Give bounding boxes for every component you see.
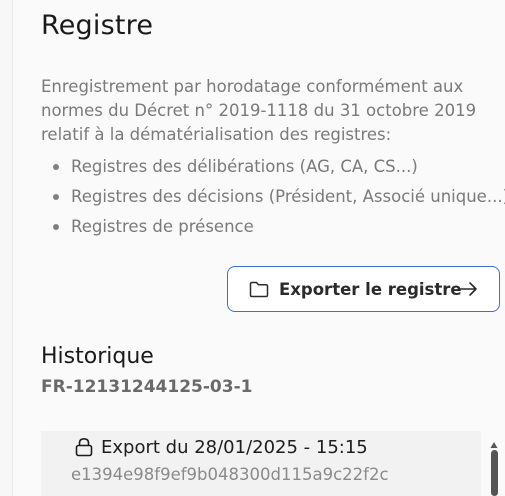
scroll-up-arrow-icon[interactable] <box>490 436 498 448</box>
export-registre-button[interactable]: Exporter le registre <box>227 266 500 312</box>
history-entry-title: Export du 28/01/2025 - 15:15 <box>101 437 368 458</box>
list-item: Registres des délibérations (AG, CA, CS.… <box>41 152 505 182</box>
history-entry-hash: e1394e98f9ef9b048300d115a9c22f2c <box>71 465 389 484</box>
folder-icon <box>249 280 269 298</box>
registre-description: Enregistrement par horodatage conforméme… <box>41 77 477 144</box>
list-item: Registres de présence <box>41 212 505 242</box>
historique-id: FR-12131244125-03-1 <box>41 377 253 397</box>
page-title: Registre <box>41 10 154 41</box>
bullet-dot <box>53 224 59 230</box>
history-entry[interactable]: Export du 28/01/2025 - 15:15 e1394e98f9e… <box>41 431 481 496</box>
arrow-right-icon <box>459 280 479 298</box>
bullet-dot <box>53 194 59 200</box>
list-item: Registres des décisions (Président, Asso… <box>41 182 505 212</box>
historique-title: Historique <box>41 344 154 369</box>
registre-types-list: Registres des délibérations (AG, CA, CS.… <box>41 152 505 242</box>
lock-icon <box>75 437 93 457</box>
scrollbar-thumb[interactable] <box>491 450 498 496</box>
export-registre-label: Exporter le registre <box>279 279 462 299</box>
bullet-dot <box>53 164 59 170</box>
